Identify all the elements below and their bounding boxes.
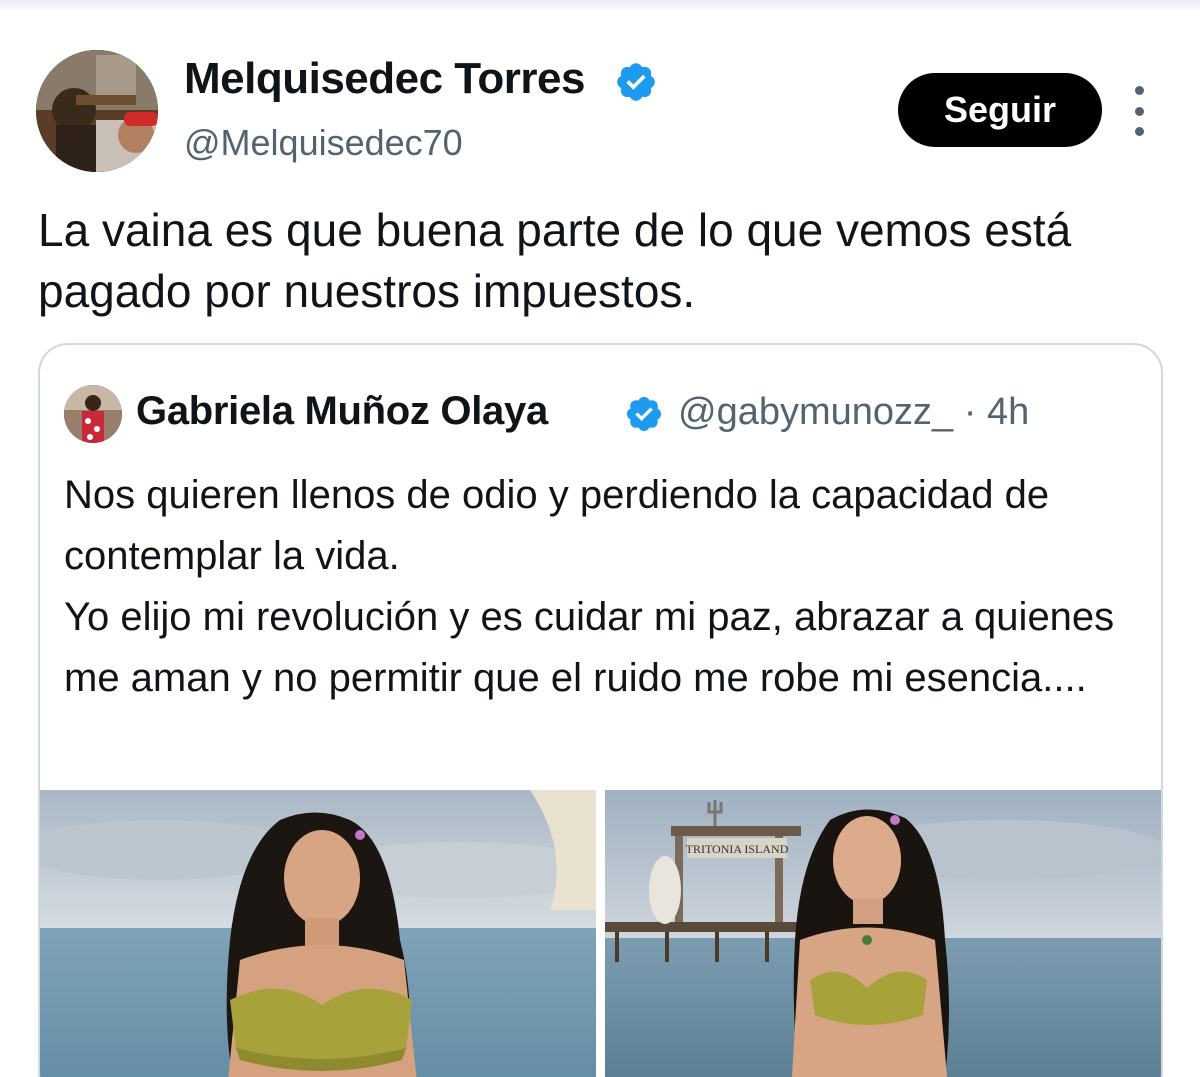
beach-photo-2: TRITONIA ISLAND — [605, 790, 1161, 1077]
quoted-timestamp[interactable]: 4h — [987, 391, 1029, 433]
quoted-handle-line: @gabymunozz_ · 4h — [678, 391, 1029, 434]
quoted-avatar-image — [64, 385, 122, 443]
author-avatar[interactable] — [36, 50, 158, 172]
quoted-text-paragraph: Nos quieren llenos de odio y perdiendo l… — [64, 473, 1050, 578]
quoted-tweet-card[interactable]: Gabriela Muñoz Olaya @gabymunozz_ · 4h N… — [38, 343, 1163, 1077]
more-dot — [1134, 106, 1144, 116]
quoted-media-image-1[interactable] — [40, 790, 596, 1077]
more-dot — [1134, 86, 1144, 95]
quoted-handle[interactable]: @gabymunozz_ — [678, 391, 953, 433]
follow-button[interactable]: Seguir — [898, 73, 1102, 147]
tweet-text: La vaina es que buena parte de lo que ve… — [38, 204, 1072, 317]
quoted-display-name[interactable]: Gabriela Muñoz Olaya — [136, 389, 548, 434]
quoted-verified-badge-icon — [626, 396, 662, 432]
more-options-icon[interactable] — [1122, 86, 1156, 136]
top-edge-divider — [0, 0, 1200, 12]
author-handle[interactable]: @Melquisedec70 — [184, 122, 463, 164]
author-avatar-image — [36, 50, 158, 172]
quoted-media-image-2[interactable]: TRITONIA ISLAND — [605, 790, 1161, 1077]
quoted-tweet-text: Nos quieren llenos de odio y perdiendo l… — [64, 465, 1154, 709]
quoted-separator: · — [963, 391, 977, 433]
quoted-text-paragraph: Yo elijo mi revolución y es cuidar mi pa… — [64, 595, 1115, 700]
author-display-name[interactable]: Melquisedec Torres — [184, 54, 586, 104]
sign-text: TRITONIA ISLAND — [686, 842, 789, 856]
quoted-author-avatar[interactable] — [64, 385, 122, 443]
verified-badge-icon — [617, 63, 655, 101]
beach-photo-1 — [40, 790, 596, 1077]
more-dot — [1134, 127, 1144, 136]
